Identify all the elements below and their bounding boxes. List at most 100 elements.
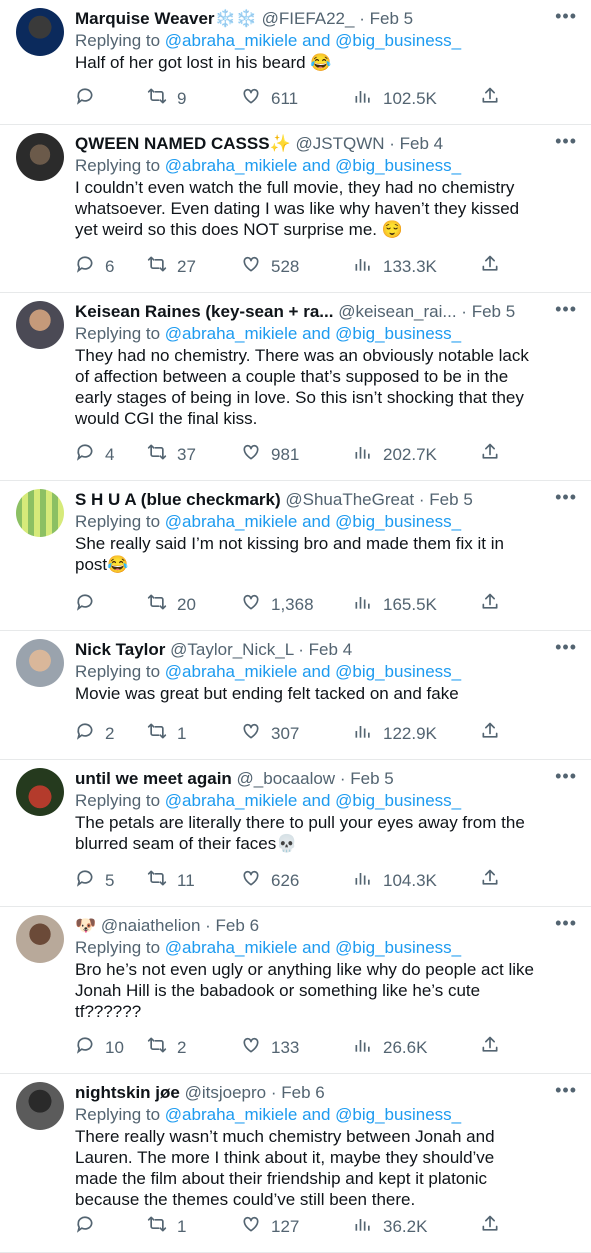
timestamp[interactable]: Feb 4	[309, 640, 352, 659]
reply-button[interactable]: 6	[75, 256, 114, 278]
views-button[interactable]: 133.3K	[353, 256, 437, 278]
more-options-icon[interactable]: •••	[555, 7, 577, 25]
handle[interactable]: @naiathelion	[101, 916, 201, 935]
like-button[interactable]: 528	[241, 256, 299, 278]
timestamp[interactable]: Feb 5	[429, 490, 472, 509]
display-name[interactable]: S H U A (blue checkmark)	[75, 490, 281, 509]
handle[interactable]: @keisean_rai...	[338, 302, 456, 321]
views-button[interactable]: 165.5K	[353, 594, 437, 616]
retweet-button[interactable]: 11	[147, 870, 195, 892]
handle[interactable]: @Taylor_Nick_L	[170, 640, 293, 659]
handle[interactable]: @ShuaTheGreat	[285, 490, 414, 509]
reply-button[interactable]	[75, 594, 105, 616]
share-button[interactable]	[480, 1215, 500, 1238]
tweet-reply[interactable]: nightskin jøe @itsjoepro · Feb 6 Replyin…	[0, 1074, 591, 1253]
replying-to-handles[interactable]: @abraha_mikiele and @big_business_	[165, 1105, 461, 1124]
replying-to-handles[interactable]: @abraha_mikiele and @big_business_	[165, 791, 461, 810]
avatar[interactable]	[16, 768, 64, 816]
like-button[interactable]: 1,368	[241, 594, 314, 616]
display-name[interactable]: QWEEN NAMED CASSS	[75, 134, 270, 153]
like-button[interactable]: 307	[241, 723, 299, 745]
share-button[interactable]	[480, 593, 500, 616]
views-button[interactable]: 202.7K	[353, 444, 437, 466]
avatar[interactable]	[16, 489, 64, 537]
tweet-reply[interactable]: Keisean Raines (key-sean + ra... @keisea…	[0, 293, 591, 481]
retweet-button[interactable]: 1	[147, 1216, 186, 1238]
share-button[interactable]	[480, 443, 500, 466]
tweet-reply[interactable]: 🐶 @naiathelion · Feb 6 Replying to @abra…	[0, 907, 591, 1074]
replying-to-handles[interactable]: @abraha_mikiele and @big_business_	[165, 938, 461, 957]
views-count: 36.2K	[383, 1217, 428, 1236]
handle[interactable]: @itsjoepro	[185, 1083, 267, 1102]
more-options-icon[interactable]: •••	[555, 132, 577, 150]
like-button[interactable]: 611	[241, 88, 298, 110]
tweet-reply[interactable]: S H U A (blue checkmark) @ShuaTheGreat ·…	[0, 481, 591, 631]
tweet-text-line: She really said I’m not kissing bro and …	[75, 534, 504, 553]
like-button[interactable]: 133	[241, 1037, 299, 1059]
avatar[interactable]	[16, 8, 64, 56]
display-name[interactable]: Nick Taylor	[75, 640, 165, 659]
share-button[interactable]	[480, 87, 500, 110]
avatar[interactable]	[16, 915, 64, 963]
views-button[interactable]: 102.5K	[353, 88, 437, 110]
more-options-icon[interactable]: •••	[555, 767, 577, 785]
tweet-reply[interactable]: QWEEN NAMED CASSS✨ @JSTQWN · Feb 4 Reply…	[0, 125, 591, 293]
like-button[interactable]: 626	[241, 870, 299, 892]
more-options-icon[interactable]: •••	[555, 638, 577, 656]
views-button[interactable]: 104.3K	[353, 870, 437, 892]
retweet-button[interactable]: 9	[147, 88, 186, 110]
retweet-button[interactable]: 37	[147, 444, 196, 466]
reply-button[interactable]	[75, 1216, 105, 1238]
replying-to-handles[interactable]: @abraha_mikiele and @big_business_	[165, 156, 461, 175]
more-options-icon[interactable]: •••	[555, 300, 577, 318]
replying-to-handles[interactable]: @abraha_mikiele and @big_business_	[165, 31, 461, 50]
display-name[interactable]: until we meet again	[75, 769, 232, 788]
handle[interactable]: @_bocaalow	[237, 769, 336, 788]
avatar[interactable]	[16, 133, 64, 181]
retweet-button[interactable]: 20	[147, 594, 196, 616]
display-name[interactable]: nightskin jøe	[75, 1083, 180, 1102]
timestamp[interactable]: Feb 5	[350, 769, 393, 788]
more-options-icon[interactable]: •••	[555, 488, 577, 506]
display-name[interactable]: 🐶	[75, 916, 96, 935]
like-button[interactable]: 127	[241, 1216, 299, 1238]
share-button[interactable]	[480, 722, 500, 745]
replying-to-handles[interactable]: @abraha_mikiele and @big_business_	[165, 324, 461, 343]
timestamp[interactable]: Feb 4	[400, 134, 443, 153]
more-options-icon[interactable]: •••	[555, 914, 577, 932]
timestamp[interactable]: Feb 5	[472, 302, 515, 321]
retweet-button[interactable]: 1	[147, 723, 186, 745]
reply-button[interactable]: 5	[75, 870, 114, 892]
reply-button[interactable]: 4	[75, 444, 114, 466]
reply-button[interactable]: 2	[75, 723, 114, 745]
reply-button[interactable]	[75, 88, 105, 110]
timestamp[interactable]: Feb 5	[370, 9, 413, 28]
handle[interactable]: @FIEFA22_	[262, 9, 355, 28]
views-button[interactable]: 26.6K	[353, 1037, 427, 1059]
replying-to-handles[interactable]: @abraha_mikiele and @big_business_	[165, 662, 461, 681]
tweet-text: Half of her got lost in his beard 😂	[75, 52, 577, 73]
avatar[interactable]	[16, 1082, 64, 1130]
share-button[interactable]	[480, 1036, 500, 1059]
share-button[interactable]	[480, 869, 500, 892]
reply-button[interactable]: 10	[75, 1037, 124, 1059]
avatar[interactable]	[16, 301, 64, 349]
handle[interactable]: @JSTQWN	[295, 134, 384, 153]
timestamp[interactable]: Feb 6	[216, 916, 259, 935]
views-button[interactable]: 36.2K	[353, 1216, 427, 1238]
retweet-button[interactable]: 27	[147, 256, 196, 278]
more-options-icon[interactable]: •••	[555, 1081, 577, 1099]
like-button[interactable]: 981	[241, 444, 299, 466]
views-button[interactable]: 122.9K	[353, 723, 437, 745]
avatar[interactable]	[16, 639, 64, 687]
share-button[interactable]	[480, 255, 500, 278]
timestamp[interactable]: Feb 6	[281, 1083, 324, 1102]
replying-to-handles[interactable]: @abraha_mikiele and @big_business_	[165, 512, 461, 531]
tweet-reply[interactable]: Nick Taylor @Taylor_Nick_L · Feb 4 Reply…	[0, 631, 591, 760]
retweet-button[interactable]: 2	[147, 1037, 186, 1059]
tweet-reply[interactable]: until we meet again @_bocaalow · Feb 5 R…	[0, 760, 591, 907]
display-name[interactable]: Keisean Raines (key-sean + ra...	[75, 302, 333, 321]
tweet-reply[interactable]: Marquise Weaver❄️❄️ @FIEFA22_ · Feb 5 Re…	[0, 0, 591, 125]
display-name[interactable]: Marquise Weaver	[75, 9, 215, 28]
tweet-text-line: They had no chemistry. There was an obvi…	[75, 346, 529, 365]
